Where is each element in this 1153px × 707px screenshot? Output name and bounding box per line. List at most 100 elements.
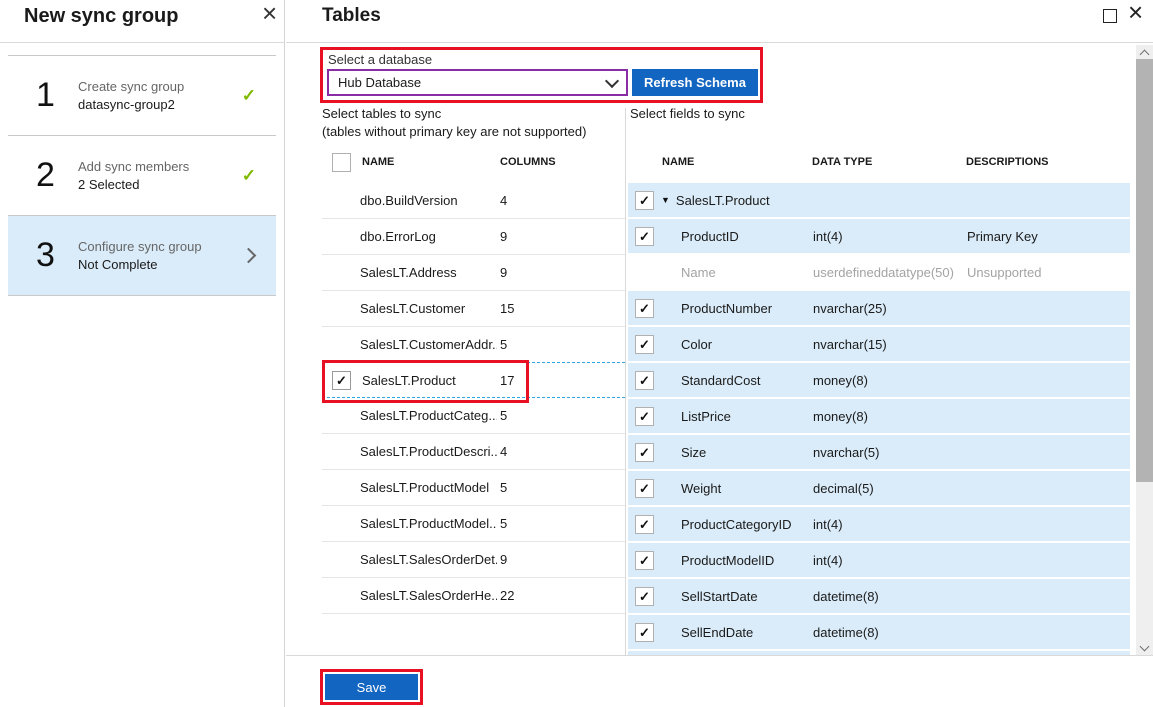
step-number: 1 (36, 76, 70, 115)
check-icon: ✓ (639, 410, 650, 423)
table-row[interactable]: SalesLT.Customer15 (322, 291, 625, 327)
vertical-scrollbar[interactable] (1136, 45, 1153, 655)
step-item-add-sync-members[interactable]: 2 Add sync members 2 Selected ✓ (8, 136, 276, 216)
scroll-up-icon[interactable] (1136, 45, 1153, 59)
table-row[interactable]: SalesLT.CustomerAddr...5 (322, 327, 625, 363)
field-row[interactable]: ✓Weightdecimal(5) (628, 471, 1130, 505)
table-row[interactable]: SalesLT.ProductDescri...4 (322, 434, 625, 470)
table-columns-count: 5 (500, 516, 507, 531)
field-row[interactable]: ✓SellStartDatedatetime(8) (628, 579, 1130, 613)
table-checkbox[interactable] (332, 587, 349, 604)
step-label: Add sync members (78, 159, 242, 174)
scrollbar-thumb[interactable] (1136, 59, 1153, 482)
table-checkbox[interactable] (332, 300, 349, 317)
field-row[interactable]: ✓ProductNumbernvarchar(25) (628, 291, 1130, 325)
check-icon: ✓ (639, 590, 650, 603)
check-icon: ✓ (639, 194, 650, 207)
collapse-triangle-icon[interactable]: ▼ (661, 195, 670, 205)
table-row[interactable]: SalesLT.ProductModel5 (322, 470, 625, 506)
field-row[interactable]: ✓SellEndDatedatetime(8) (628, 615, 1130, 649)
close-icon[interactable]: × (1128, 0, 1143, 28)
table-checkbox[interactable] (332, 515, 349, 532)
field-checkbox[interactable]: ✓ (635, 299, 654, 318)
field-row[interactable]: Nameuserdefineddatatype(50)Unsupported (628, 255, 1130, 289)
column-header-name: NAME (662, 156, 694, 168)
table-row[interactable]: SalesLT.ProductModel...5 (322, 506, 625, 542)
field-row[interactable]: ✓ProductModelIDint(4) (628, 543, 1130, 577)
field-name: ▼ SalesLT.Product (659, 193, 813, 208)
field-checkbox[interactable]: ✓ (635, 515, 654, 534)
close-icon[interactable]: × (262, 0, 277, 29)
field-checkbox[interactable]: ✓ (635, 479, 654, 498)
table-checkbox[interactable] (332, 551, 349, 568)
tables-list-heading: Select tables to sync (322, 106, 441, 121)
field-row[interactable]: ✓ ▼ SalesLT.Product (628, 183, 1130, 217)
field-data-type: nvarchar(5) (813, 445, 967, 460)
table-row[interactable]: SalesLT.Address9 (322, 255, 625, 291)
field-checkbox[interactable]: ✓ (635, 443, 654, 462)
step-text: Create sync group datasync-group2 (78, 79, 242, 112)
field-checkbox[interactable]: ✓ (635, 191, 654, 210)
field-checkbox[interactable]: ✓ (635, 227, 654, 246)
column-header-columns: COLUMNS (500, 156, 556, 168)
field-row[interactable]: ✓ProductIDint(4)Primary Key (628, 219, 1130, 253)
check-icon: ✓ (242, 166, 256, 186)
field-name: Color (659, 337, 813, 352)
table-checkbox[interactable] (332, 228, 349, 245)
field-name: ListPrice (659, 409, 813, 424)
field-checkbox[interactable]: ✓ (635, 623, 654, 642)
save-button[interactable]: Save (325, 674, 418, 700)
table-name: SalesLT.Product (362, 373, 499, 388)
field-name: ProductCategoryID (659, 517, 813, 532)
table-row[interactable]: SalesLT.SalesOrderDet...9 (322, 542, 625, 578)
refresh-schema-button[interactable]: Refresh Schema (632, 69, 758, 96)
field-name-text: ProductID (681, 229, 739, 244)
field-name-text: SellStartDate (681, 589, 758, 604)
field-checkbox[interactable]: ✓ (635, 407, 654, 426)
panel-title: New sync group (24, 5, 178, 28)
field-name: Size (659, 445, 813, 460)
field-name: Name (659, 265, 813, 280)
field-row[interactable]: ✓Colornvarchar(15) (628, 327, 1130, 361)
field-checkbox[interactable]: ✓ (635, 371, 654, 390)
table-columns-count: 9 (500, 229, 507, 244)
select-all-checkbox[interactable] (332, 153, 351, 172)
table-checkbox[interactable] (332, 407, 349, 424)
scroll-down-icon[interactable] (1136, 641, 1153, 655)
table-name: SalesLT.Address (360, 265, 497, 280)
table-checkbox[interactable] (332, 192, 349, 209)
table-row[interactable]: SalesLT.SalesOrderHe...22 (322, 578, 625, 614)
table-name: SalesLT.SalesOrderDet... (360, 552, 497, 567)
table-checkbox[interactable]: ✓ (332, 371, 351, 390)
table-checkbox[interactable] (332, 443, 349, 460)
field-row[interactable]: ✓ListPricemoney(8) (628, 399, 1130, 433)
field-checkbox[interactable]: ✓ (635, 551, 654, 570)
database-dropdown[interactable]: Hub Database (327, 69, 628, 96)
field-data-type: nvarchar(25) (813, 301, 967, 316)
step-item-create-sync-group[interactable]: 1 Create sync group datasync-group2 ✓ (8, 56, 276, 136)
step-number: 3 (36, 236, 70, 275)
chevron-down-icon (605, 73, 619, 87)
field-row[interactable]: ✓ Sizenvarchar(5) (628, 435, 1130, 469)
table-row[interactable]: dbo.ErrorLog9 (322, 219, 625, 255)
field-row[interactable]: ✓ProductCategoryIDint(4) (628, 507, 1130, 541)
table-row[interactable]: ✓SalesLT.Product17 (322, 362, 625, 398)
step-label: Create sync group (78, 79, 242, 94)
field-checkbox[interactable]: ✓ (635, 335, 654, 354)
table-checkbox[interactable] (332, 336, 349, 353)
check-icon: ✓ (639, 230, 650, 243)
field-name-text: Weight (681, 481, 721, 496)
field-name-text: StandardCost (681, 373, 761, 388)
field-name-text: SalesLT.Product (676, 193, 770, 208)
field-row[interactable]: ✓StandardCostmoney(8) (628, 363, 1130, 397)
restore-window-icon[interactable] (1103, 9, 1117, 23)
table-checkbox[interactable] (332, 264, 349, 281)
table-columns-count: 4 (500, 193, 507, 208)
field-checkbox[interactable]: ✓ (635, 587, 654, 606)
step-item-configure-sync-group[interactable]: 3 Configure sync group Not Complete (8, 216, 276, 296)
table-checkbox[interactable] (332, 479, 349, 496)
table-name: dbo.ErrorLog (360, 229, 497, 244)
table-row[interactable]: SalesLT.ProductCateg...5 (322, 398, 625, 434)
table-row[interactable]: dbo.BuildVersion4 (322, 183, 625, 219)
table-columns-count: 9 (500, 552, 507, 567)
